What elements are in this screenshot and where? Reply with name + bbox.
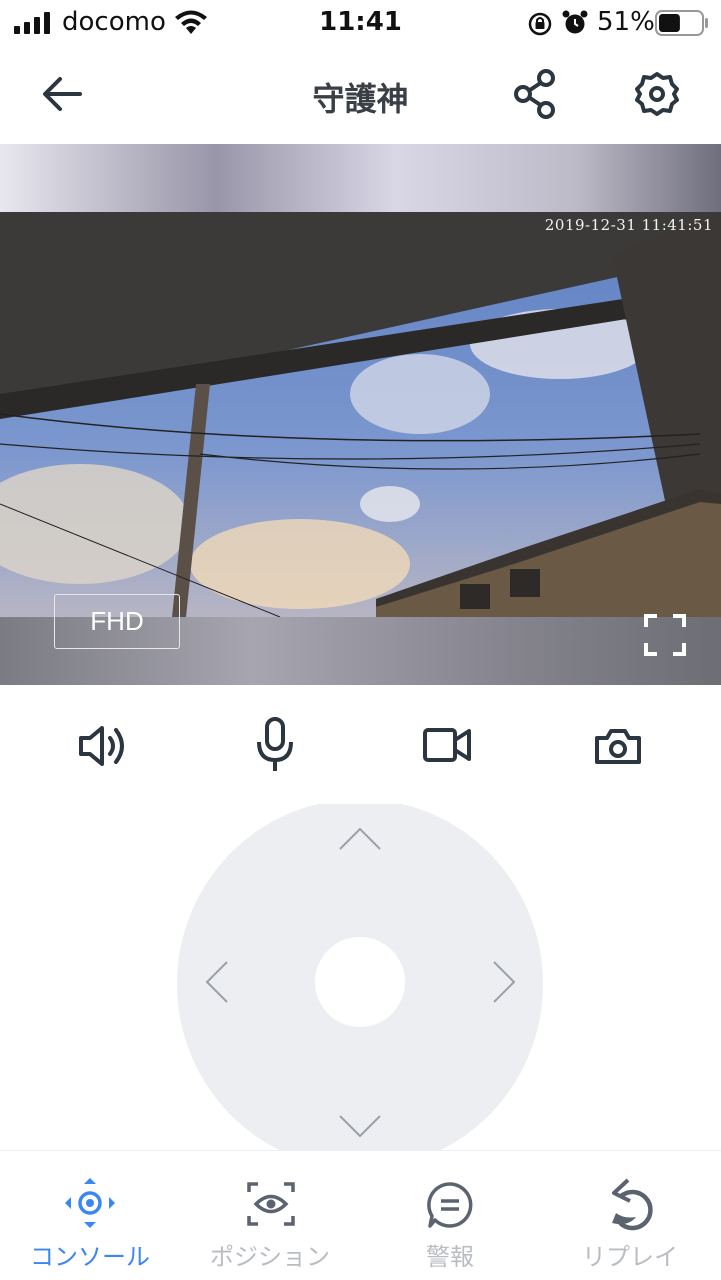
fullscreen-icon[interactable] [644,614,686,656]
alarm-icon [562,10,588,34]
snapshot-camera-icon[interactable] [594,726,642,766]
tab-position-label: ポジション [210,1243,330,1271]
ptz-center-button [315,937,405,1027]
tab-replay[interactable]: リプレイ [540,1151,720,1280]
console-dpad-icon [65,1178,115,1228]
tab-console[interactable]: コンソール [0,1151,180,1280]
quality-toggle-button[interactable]: FHD [54,594,180,649]
rotation-lock-icon [528,12,552,36]
tab-alerts[interactable]: 警報 [360,1151,540,1280]
position-eye-icon [247,1182,295,1226]
microphone-icon[interactable] [254,716,296,774]
video-record-icon[interactable] [422,726,472,764]
bottom-tab-bar: コンソール ポジション 警報 リプレイ [0,1150,721,1280]
tab-position[interactable]: ポジション [180,1151,360,1280]
status-bar: docomo 11:41 51% [0,0,721,46]
tab-replay-label: リプレイ [582,1243,678,1271]
share-icon[interactable] [512,68,558,120]
app-screen: docomo 11:41 51% 守護神 2019-12-31 11:41:51… [0,0,721,1280]
battery-percent: 51% [597,7,655,37]
replay-icon [612,1178,653,1231]
speaker-icon[interactable] [78,724,130,768]
tab-alerts-label: 警報 [426,1243,474,1271]
video-timestamp: 2019-12-31 11:41:51 [544,216,713,234]
battery-icon [655,10,708,36]
ptz-joystick[interactable] [0,799,721,1169]
media-controls [0,686,721,804]
ptz-panel [0,799,721,1169]
tab-console-label: コンソール [30,1243,150,1271]
alert-message-icon [427,1182,473,1228]
page-title: 守護神 [312,80,409,118]
settings-gear-icon[interactable] [634,71,680,117]
